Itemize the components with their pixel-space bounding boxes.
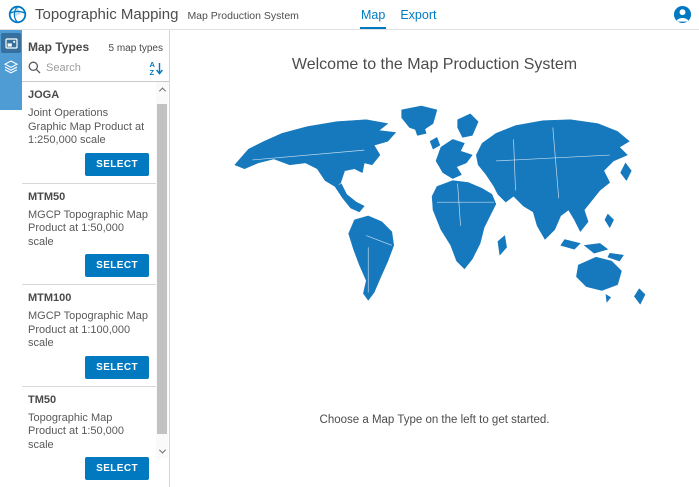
select-button[interactable]: SELECT	[85, 153, 149, 176]
map-type-item: JOGA Joint Operations Graphic Map Produc…	[22, 82, 156, 184]
sort-az-button[interactable]: A Z	[147, 59, 165, 77]
account-icon[interactable]	[673, 5, 692, 24]
map-types-tool-button[interactable]	[1, 33, 21, 53]
search-icon	[28, 61, 41, 74]
select-button[interactable]: SELECT	[85, 254, 149, 277]
sort-az-icon: A Z	[149, 60, 164, 76]
svg-text:Z: Z	[149, 68, 154, 76]
scroll-up-arrow[interactable]	[156, 82, 168, 96]
map-type-description: Topographic Map Product at 1:50,000 scal…	[28, 412, 149, 453]
globe-logo-icon	[8, 5, 27, 24]
app-title: Topographic Mapping	[35, 6, 178, 23]
map-type-item: MTM100 MGCP Topographic Map Product at 1…	[22, 285, 156, 387]
nav-tab-map[interactable]: Map	[360, 1, 386, 29]
map-type-count: 5 map types	[109, 43, 163, 54]
world-map	[219, 100, 651, 322]
layers-tool-button[interactable]	[1, 57, 21, 77]
search-bar: A Z	[22, 54, 169, 82]
layers-icon	[4, 60, 18, 74]
map-types-panel: Map Types 5 map types A Z	[22, 30, 170, 487]
instruction-text: Choose a Map Type on the left to get sta…	[170, 414, 699, 426]
nav-tab-export[interactable]: Export	[399, 1, 437, 29]
tool-strip	[0, 30, 22, 487]
select-button[interactable]: SELECT	[85, 457, 149, 480]
map-type-description: Joint Operations Graphic Map Product at …	[28, 107, 149, 148]
scrollbar-thumb[interactable]	[157, 104, 167, 434]
select-button[interactable]: SELECT	[85, 356, 149, 379]
scroll-down-arrow[interactable]	[156, 444, 168, 458]
map-type-description: MGCP Topographic Map Product at 1:100,00…	[28, 310, 149, 351]
content-area: Map Types 5 map types A Z	[0, 30, 699, 487]
search-input[interactable]	[46, 62, 147, 74]
map-image-icon	[5, 37, 18, 50]
map-type-list: JOGA Joint Operations Graphic Map Produc…	[22, 82, 156, 487]
map-type-actions: SELECT	[28, 356, 149, 379]
welcome-heading: Welcome to the Map Production System	[170, 56, 699, 74]
app-subtitle: Map Production System	[187, 10, 298, 22]
map-type-name: TM50	[28, 394, 149, 406]
map-type-item: MTM50 MGCP Topographic Map Product at 1:…	[22, 184, 156, 286]
map-type-description: MGCP Topographic Map Product at 1:50,000…	[28, 209, 149, 250]
map-type-name: JOGA	[28, 89, 149, 101]
map-type-actions: SELECT	[28, 153, 149, 176]
map-type-actions: SELECT	[28, 457, 149, 480]
map-type-name: MTM100	[28, 292, 149, 304]
sidebar-scrollbar[interactable]	[156, 82, 168, 458]
world-map-container	[170, 100, 699, 327]
panel-title: Map Types	[28, 40, 89, 54]
main-area: Welcome to the Map Production System	[170, 30, 699, 487]
map-type-item: TM50 Topographic Map Product at 1:50,000…	[22, 387, 156, 487]
map-type-name: MTM50	[28, 191, 149, 203]
app-header: Topographic Mapping Map Production Syste…	[0, 0, 699, 30]
app-window: Topographic Mapping Map Production Syste…	[0, 0, 699, 487]
top-nav: Map Export	[360, 0, 437, 30]
tool-strip-group	[0, 30, 22, 110]
map-type-actions: SELECT	[28, 254, 149, 277]
panel-header: Map Types 5 map types	[22, 30, 169, 54]
